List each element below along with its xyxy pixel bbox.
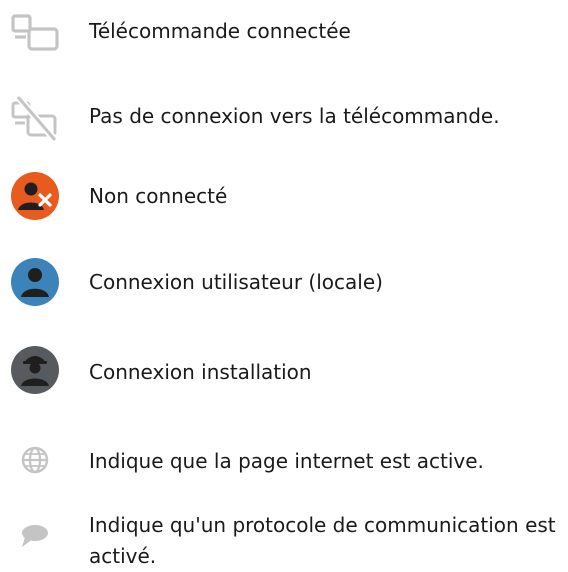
legend-item-not-connected: Non connecté (0, 168, 568, 230)
remote-connected-icon (10, 8, 60, 58)
legend-label: Connexion utilisateur (locale) (89, 270, 383, 294)
legend-label: Indique qu'un protocole de communication… (89, 513, 556, 568)
legend-item-remote-connected: Télécommande connectée (0, 0, 568, 62)
legend-item-user-connection: Connexion utilisateur (locale) (0, 254, 568, 316)
speech-bubble-icon (10, 511, 60, 561)
legend-label: Indique que la page internet est active. (89, 449, 484, 473)
legend-item-communication-protocol: Indique qu'un protocole de communication… (0, 507, 568, 568)
legend-item-installer-connection: Connexion installation (0, 342, 568, 404)
legend-label: Non connecté (89, 184, 228, 208)
legend-label: Pas de connexion vers la télécommande. (89, 104, 500, 128)
not-connected-user-icon (10, 171, 60, 221)
installer-connection-icon (10, 345, 60, 395)
legend-label: Connexion installation (89, 360, 312, 384)
remote-disconnected-icon (10, 94, 60, 144)
user-connection-icon (10, 257, 60, 307)
legend-item-web-page-active: Indique que la page internet est active. (0, 432, 568, 494)
globe-icon (10, 435, 60, 485)
legend-item-remote-disconnected: Pas de connexion vers la télécommande. (0, 88, 568, 150)
legend-label: Télécommande connectée (89, 19, 351, 43)
